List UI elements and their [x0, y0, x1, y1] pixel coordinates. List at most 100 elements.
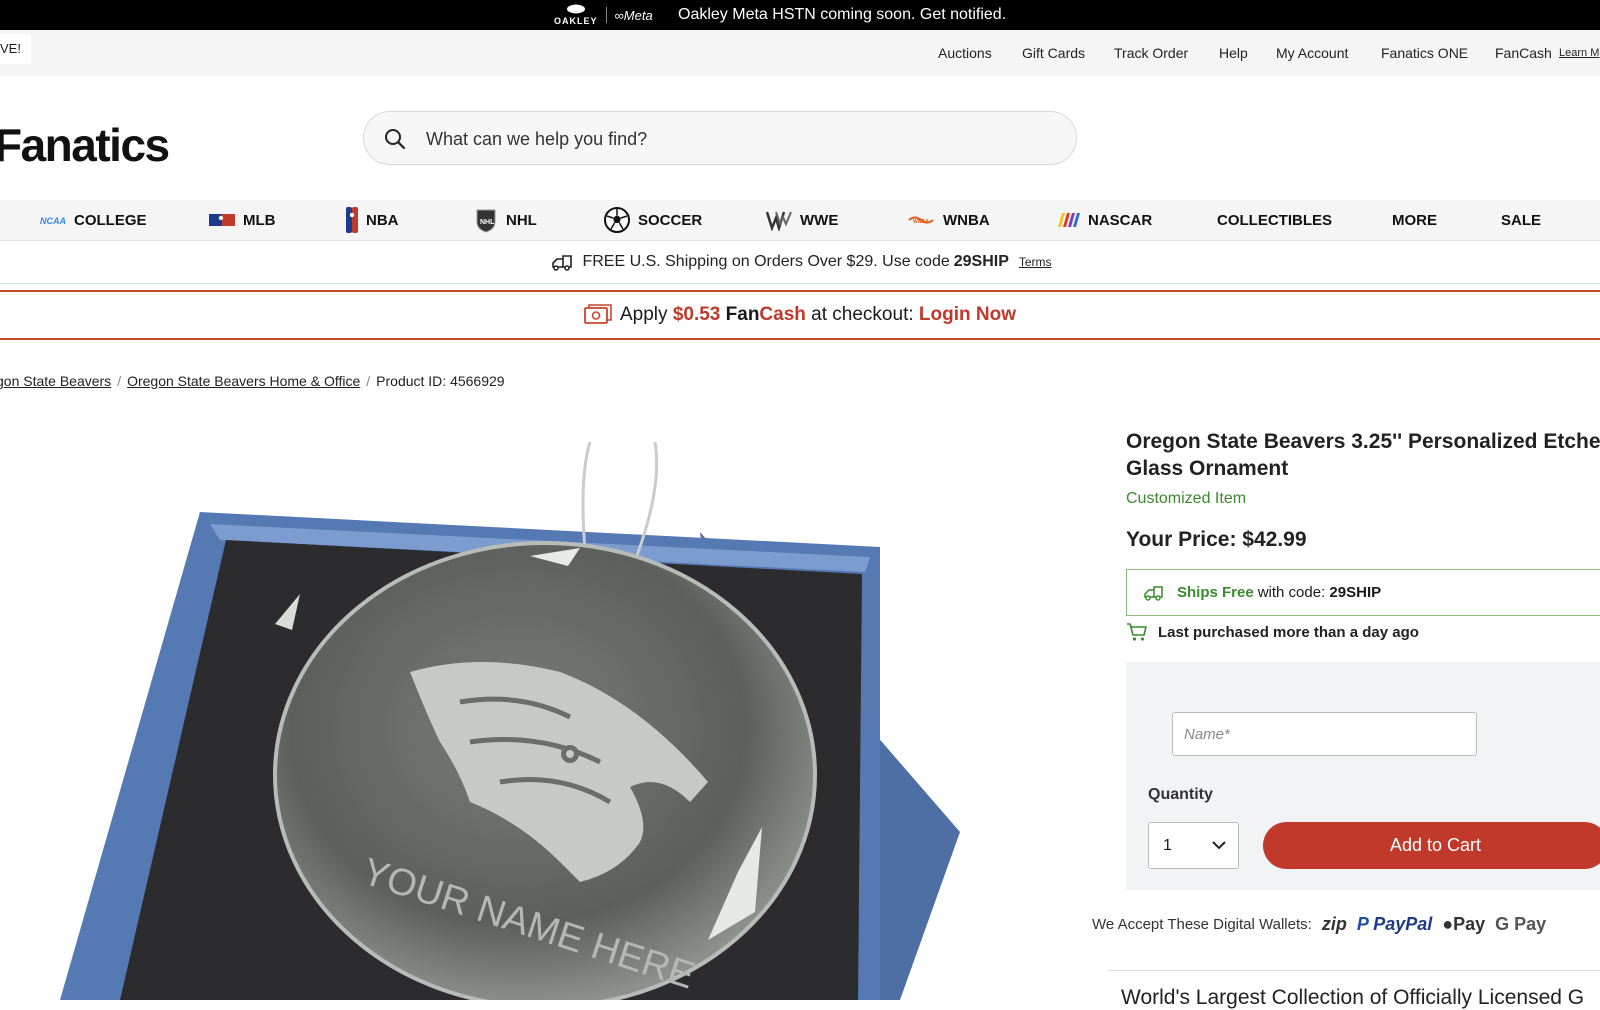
nav-item-sale[interactable]: SALE	[1501, 200, 1541, 240]
utility-link-auctions[interactable]: Auctions	[938, 30, 992, 76]
chevron-down-icon	[1212, 841, 1226, 850]
nav-label: NBA	[366, 211, 399, 229]
nba-icon	[346, 207, 358, 233]
ships-code-text: with code:	[1257, 584, 1326, 601]
terms-link[interactable]: Terms	[1019, 255, 1052, 269]
quantity-value: 1	[1163, 837, 1172, 854]
nav-item-nascar[interactable]: NASCAR	[1054, 200, 1152, 240]
ships-free-box: Ships Free with code: 29SHIP	[1126, 569, 1600, 616]
last-purchased-text: Last purchased more than a day ago	[1158, 623, 1419, 641]
promo-logos: OAKLEY ∞Meta	[554, 0, 653, 30]
breadcrumb-link-team[interactable]: gon State Beavers	[0, 373, 111, 389]
quantity-select[interactable]: 1	[1148, 822, 1239, 869]
apple-logo-icon: ●	[1442, 914, 1454, 934]
nav-item-more[interactable]: MORE	[1392, 200, 1437, 240]
nav-label: NASCAR	[1088, 211, 1153, 229]
ships-free-text: Ships Free	[1177, 584, 1254, 601]
nascar-icon	[1054, 212, 1080, 228]
ncaa-icon: NCAA	[40, 215, 66, 225]
promo-message[interactable]: Oakley Meta HSTN coming soon. Get notifi…	[678, 0, 1006, 30]
product-image[interactable]: YOUR NAME HERE	[0, 442, 1000, 1000]
search-input[interactable]	[424, 112, 1048, 166]
nav-label: SOCCER	[638, 211, 703, 229]
wwe-icon	[766, 209, 792, 231]
oakley-logo: OAKLEY	[554, 4, 598, 26]
utility-link-my-account[interactable]: My Account	[1276, 30, 1348, 76]
fancash-fan-text: Fan	[725, 304, 760, 325]
name-field[interactable]	[1172, 712, 1477, 756]
utility-link-track-order[interactable]: Track Order	[1114, 30, 1188, 76]
ships-code: 29SHIP	[1329, 584, 1382, 601]
customized-label: Customized Item	[1126, 490, 1247, 507]
truck-icon	[1144, 585, 1163, 601]
cash-icon	[584, 304, 612, 324]
paypal-text: PayPal	[1373, 914, 1433, 934]
google-pay-icon: G Pay	[1495, 914, 1547, 934]
fancash-apply-text: Apply	[620, 304, 668, 325]
svg-text:NCAA: NCAA	[40, 216, 66, 225]
breadcrumb-link-home-office[interactable]: Oregon State Beavers Home & Office	[127, 373, 360, 389]
svg-text:NHL: NHL	[480, 219, 495, 226]
utility-link-gift-cards[interactable]: Gift Cards	[1022, 30, 1085, 76]
nav-item-mlb[interactable]: MLB	[209, 200, 276, 240]
add-to-cart-button[interactable]: Add to Cart	[1263, 822, 1600, 869]
utility-link-fancash[interactable]: FanCash	[1495, 30, 1552, 76]
utility-link-learn-more[interactable]: Learn M	[1559, 30, 1599, 76]
soccer-ball-icon	[604, 207, 630, 233]
fancash-banner: Apply $0.53 Fan Cash at checkout: Login N…	[0, 290, 1600, 340]
shipping-code: 29SHIP	[953, 253, 1009, 270]
breadcrumb-separator: /	[117, 373, 122, 389]
promo-bar[interactable]: OAKLEY ∞Meta Oakley Meta HSTN coming soo…	[0, 0, 1600, 30]
quantity-label: Quantity	[1148, 786, 1213, 803]
meta-logo: ∞Meta	[614, 7, 653, 23]
utility-bar: VE! Auctions Gift Cards Track Order Help…	[0, 30, 1600, 76]
promo-divider	[605, 7, 607, 23]
nav-item-wwe[interactable]: WWE	[766, 200, 838, 240]
customize-panel: Quantity 1 Add to Cart	[1126, 662, 1600, 890]
shipping-banner: FREE U.S. Shipping on Orders Over $29. U…	[0, 241, 1600, 284]
product-id: Product ID: 4566929	[376, 373, 505, 389]
fancash-amount: $0.53	[672, 304, 721, 325]
fancash-checkout-text: at checkout:	[811, 304, 914, 325]
nav-label: COLLEGE	[74, 211, 147, 229]
nav-item-soccer[interactable]: SOCCER	[604, 200, 702, 240]
breadcrumb: gon State Beavers / Oregon State Beavers H…	[0, 373, 505, 389]
oakley-text: OAKLEY	[554, 16, 598, 26]
nav-label: WWE	[800, 211, 839, 229]
mlb-icon	[209, 213, 235, 227]
utility-link-help[interactable]: Help	[1219, 30, 1248, 76]
search-bar[interactable]	[363, 111, 1077, 166]
nav-item-collectibles[interactable]: COLLECTIBLES	[1217, 200, 1332, 240]
nav-label: WNBA	[943, 211, 990, 229]
apple-pay-text: Pay	[1453, 914, 1486, 934]
collection-heading: World's Largest Collection of Officially…	[1121, 986, 1585, 1009]
nav-label: NHL	[506, 211, 537, 229]
save-banner[interactable]: VE!	[0, 34, 31, 64]
fanatics-logo[interactable]: Fanatics	[0, 118, 170, 172]
product-title-line1: Oregon State Beavers 3.25'' Personalized…	[1126, 430, 1600, 453]
nav-item-nhl[interactable]: NHL NHL	[474, 200, 537, 240]
nav-item-wnba[interactable]: WNBA WNBA	[907, 200, 990, 240]
last-purchased: Last purchased more than a day ago	[1126, 622, 1419, 642]
fancash-cash-text: Cash	[759, 304, 806, 325]
digital-wallets: We Accept These Digital Wallets: zip P P…	[1092, 914, 1546, 935]
nhl-icon: NHL	[474, 207, 498, 233]
oakley-ellipse-icon	[566, 4, 585, 14]
cart-icon	[1127, 623, 1147, 641]
truck-icon	[552, 255, 573, 271]
shipping-text: FREE U.S. Shipping on Orders Over $29. U…	[582, 253, 950, 270]
apple-pay-icon: ●Pay	[1442, 914, 1485, 935]
zip-icon: zip	[1321, 914, 1347, 934]
svg-text:WNBA: WNBA	[913, 219, 929, 225]
utility-link-fanatics-one[interactable]: Fanatics ONE	[1381, 30, 1468, 76]
product-title: Oregon State Beavers 3.25'' Personalized…	[1126, 428, 1600, 482]
nav-item-college[interactable]: NCAA COLLEGE	[40, 200, 147, 240]
wnba-icon: WNBA	[907, 214, 935, 226]
breadcrumb-separator: /	[366, 373, 371, 389]
nav-item-nba[interactable]: NBA	[346, 200, 399, 240]
section-divider	[1108, 970, 1600, 971]
paypal-icon: P PayPal	[1356, 914, 1433, 934]
main-nav: NCAA COLLEGE MLB NBA NHL NHL SOCCER WWE …	[0, 200, 1600, 241]
login-now-link[interactable]: Login Now	[919, 304, 1016, 326]
search-icon[interactable]	[383, 127, 407, 151]
